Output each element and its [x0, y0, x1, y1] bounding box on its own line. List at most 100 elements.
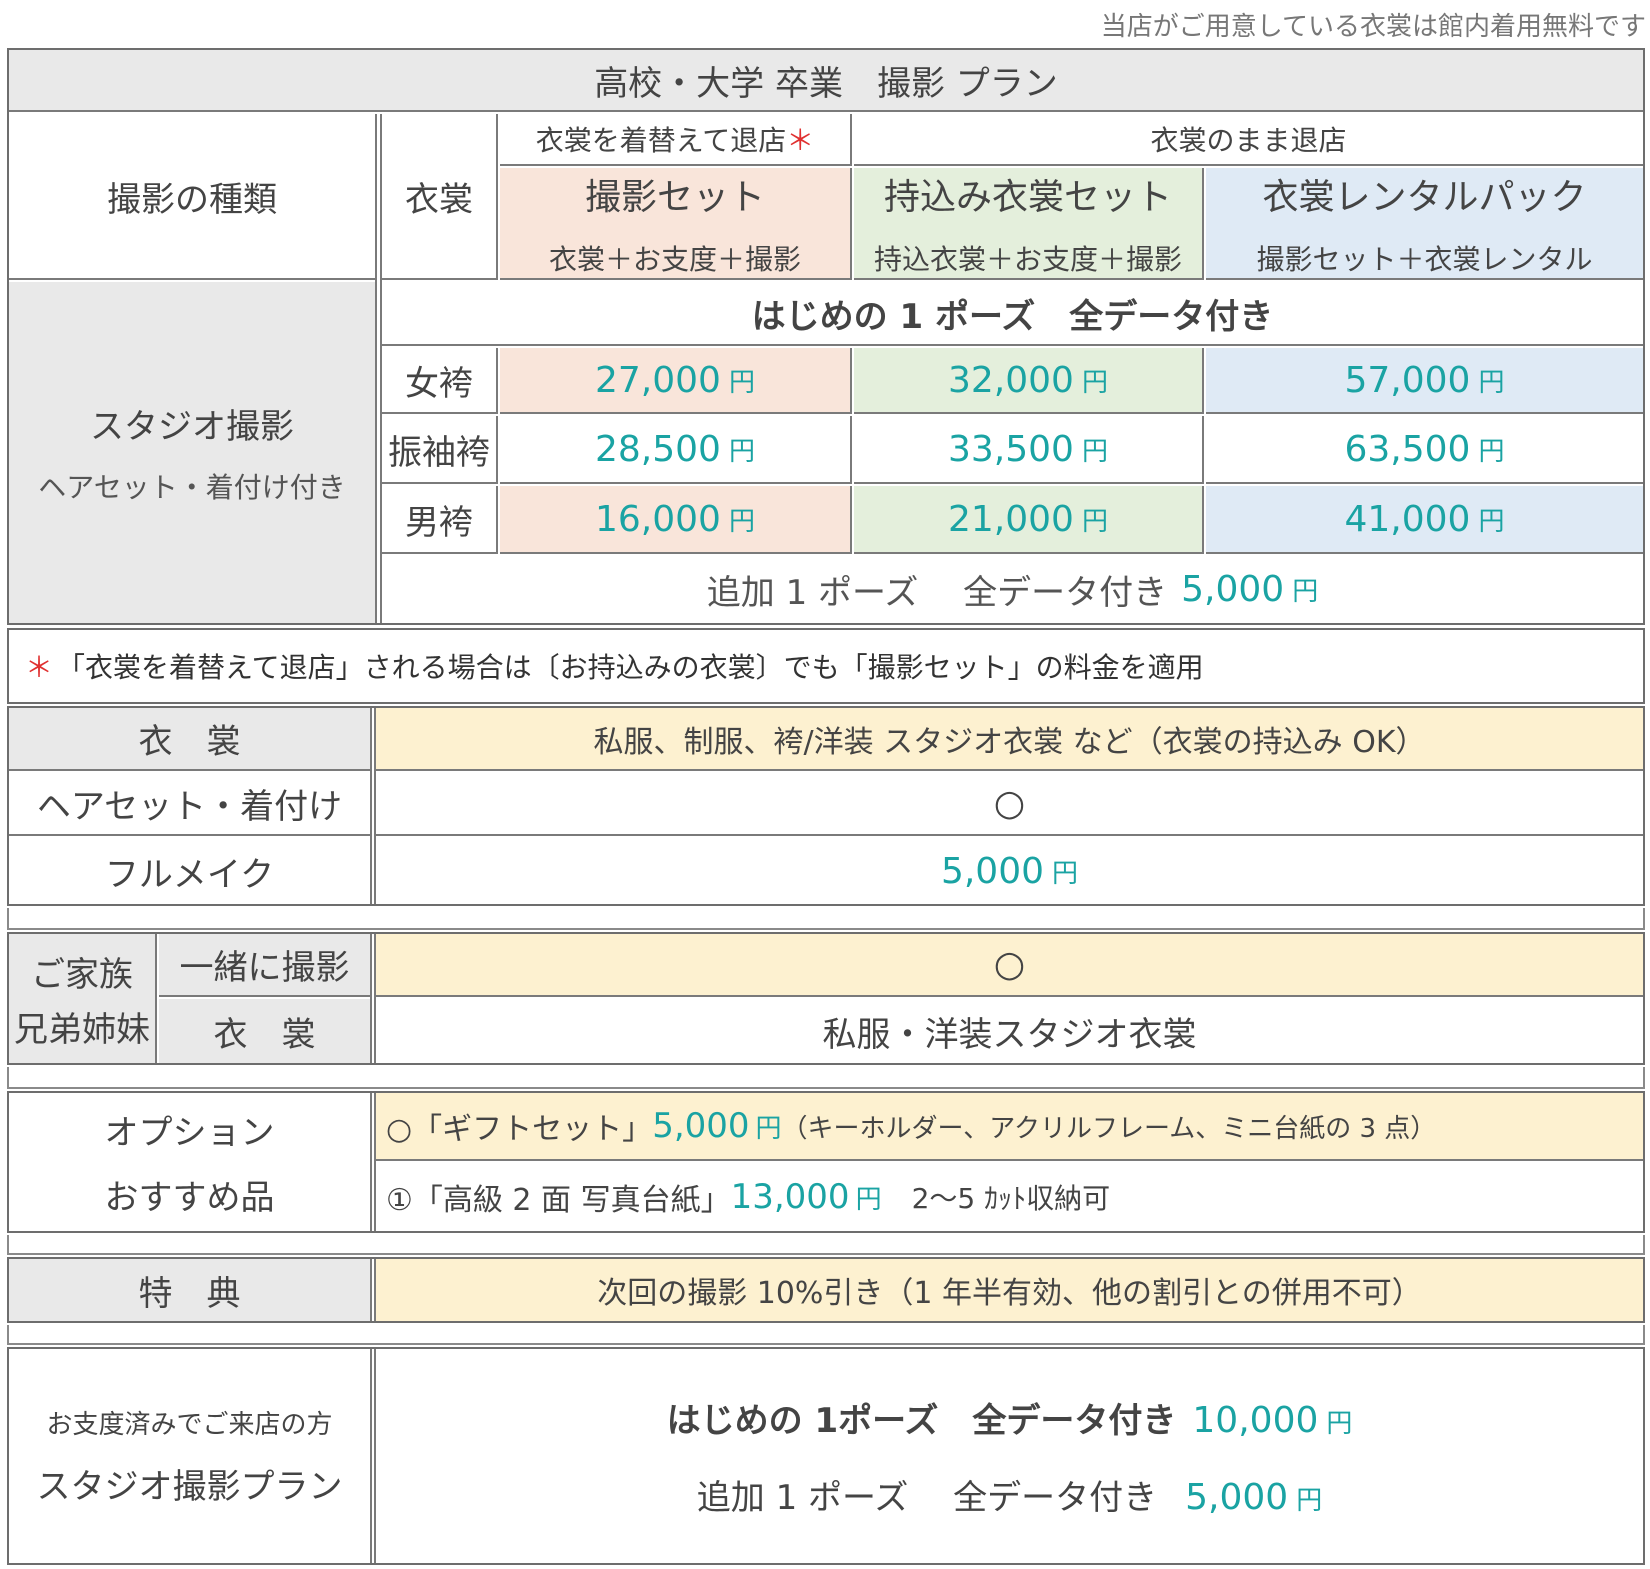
divider: [370, 708, 372, 904]
gift-set-price: 5,000: [652, 1106, 750, 1146]
photo-mount-row: ①「高級 2 面 写真台紙」 13,000 円 2〜5 ｶｯﾄ収納可: [376, 1163, 1643, 1231]
separator-strip: [7, 1067, 1645, 1089]
ready-extra-pose-price: 5,000: [1185, 1477, 1289, 1518]
separator-strip: [7, 1235, 1645, 1255]
costume-label: 衣 裳: [9, 708, 370, 771]
family-label: ご家族 兄弟姉妹: [9, 934, 157, 1063]
divider: [370, 1259, 372, 1321]
plan-desc: 持込衣裳＋お支度＋撮影: [873, 243, 1182, 276]
group-keep-header: 衣裳のまま退店: [854, 114, 1643, 166]
price-cell: 27,000 円: [500, 348, 852, 414]
costume-header: 衣裳: [382, 114, 498, 280]
yen-unit: 円: [755, 1113, 782, 1144]
yen-unit: 円: [728, 506, 755, 537]
yen-unit: 円: [1478, 436, 1505, 467]
yen-unit: 円: [1478, 506, 1505, 537]
ready-first-pose-price: 10,000: [1192, 1400, 1319, 1441]
yen-unit: 円: [1292, 577, 1319, 607]
price-value: 27,000: [595, 359, 721, 401]
photo-mount-capacity: 2〜5 ｶｯﾄ収納可: [911, 1182, 1111, 1215]
price-cell: 28,500 円: [500, 416, 852, 484]
gift-set-contents: （キーホルダー、アクリルフレーム、ミニ台紙の 3 点）: [781, 1113, 1437, 1144]
photo-mount-price: 13,000: [730, 1177, 850, 1217]
plan-name: 持込み衣裳セット: [883, 177, 1172, 218]
gift-set-row: ○「ギフトセット」 5,000 円 （キーホルダー、アクリルフレーム、ミニ台紙の…: [376, 1093, 1643, 1161]
photo-mount-name: ①「高級 2 面 写真台紙」: [386, 1183, 731, 1218]
row-label-womens-hakama: 女袴: [382, 348, 498, 414]
options-label-line-2: おすすめ品: [104, 1178, 275, 1218]
divider: [370, 934, 372, 1063]
plan-name: 衣裳レンタルパック: [1262, 177, 1587, 218]
price-value: 57,000: [1344, 359, 1471, 401]
plan-title: 高校・大学 卒業 撮影 プラン: [9, 50, 1643, 112]
hair-label: ヘアセット・着付け: [9, 773, 370, 836]
yen-unit: 円: [1081, 436, 1108, 467]
extra-pose-row: 追加 1 ポーズ 全データ付き 5,000 円: [382, 556, 1643, 623]
makeup-price: 5,000: [940, 850, 1045, 892]
asterisk-mark: ＊: [25, 651, 54, 684]
ready-extra-pose: 追加 1 ポーズ 全データ付き 5,000 円: [697, 1470, 1322, 1519]
plan-name: 撮影セット: [584, 177, 765, 218]
yen-unit: 円: [728, 367, 755, 398]
together-label: 一緒に撮影: [159, 934, 370, 997]
price-cell: 41,000 円: [1206, 486, 1643, 554]
price-value: 33,500: [948, 428, 1074, 470]
divider: [370, 1349, 372, 1563]
ready-value: はじめの 1ポーズ 全データ付き 10,000 円 追加 1 ポーズ 全データ付…: [376, 1349, 1643, 1563]
price-cell: 63,500 円: [1206, 416, 1643, 484]
ready-first-pose-text: はじめの 1ポーズ 全データ付き: [666, 1401, 1177, 1441]
asterisk-mark: ＊: [786, 124, 815, 157]
ready-label: お支度済みでご来店の方 スタジオ撮影プラン: [9, 1349, 370, 1563]
price-value: 16,000: [595, 498, 721, 540]
price-value: 41,000: [1344, 498, 1471, 540]
makeup-value: 5,000 円: [376, 838, 1643, 904]
plan-desc: 衣裳＋お支度＋撮影: [548, 243, 801, 276]
benefit-label: 特 典: [9, 1259, 370, 1321]
price-cell: 33,500 円: [854, 416, 1204, 484]
note-box: ＊ 「衣裳を着替えて退店」される場合は〔お持込みの衣裳〕でも「撮影セット」の料金…: [7, 628, 1645, 704]
extra-pose-price: 5,000: [1181, 569, 1285, 610]
divider: [370, 1093, 372, 1231]
note-text: 「衣裳を着替えて退店」される場合は〔お持込みの衣裳〕でも「撮影セット」の料金を適…: [57, 651, 1204, 684]
price-value: 21,000: [948, 498, 1074, 540]
yen-unit: 円: [1052, 858, 1079, 889]
ready-first-pose: はじめの 1ポーズ 全データ付き 10,000 円: [667, 1393, 1353, 1442]
price-cell: 57,000 円: [1206, 348, 1643, 414]
price-value: 32,000: [948, 359, 1074, 401]
separator-strip: [7, 1325, 1645, 1345]
yen-unit: 円: [1478, 367, 1505, 398]
hair-value: ○: [376, 773, 1643, 836]
top-note: 当店がご用意している衣裳は館内着用無料です: [1100, 12, 1646, 42]
first-pose-row: はじめの 1 ポーズ 全データ付き: [382, 282, 1643, 346]
price-value: 28,500: [595, 428, 721, 470]
row-label-mens-hakama: 男袴: [382, 486, 498, 554]
plan-desc: 撮影セット＋衣裳レンタル: [1256, 243, 1593, 276]
group-change-header: 衣裳を着替えて退店 ＊: [500, 114, 852, 166]
family-label-line-2: 兄弟姉妹: [14, 1009, 150, 1050]
price-cell: 32,000 円: [854, 348, 1204, 414]
studio-cell: スタジオ撮影 ヘアセット・着付け付き: [9, 282, 375, 623]
family-costume-label: 衣 裳: [159, 999, 370, 1063]
yen-unit: 円: [728, 436, 755, 467]
ready-label-line-2: スタジオ撮影プラン: [36, 1467, 343, 1507]
makeup-label: フルメイク: [104, 854, 275, 895]
ready-label-line-1: お支度済みでご来店の方: [46, 1410, 333, 1440]
separator-strip: [7, 908, 1645, 930]
price-cell: 21,000 円: [854, 486, 1204, 554]
group-change-label: 衣裳を着替えて退店: [535, 124, 787, 157]
yen-unit: 円: [1296, 1486, 1323, 1516]
price-value: 63,500: [1344, 428, 1471, 470]
studio-subtitle: ヘアセット・着付け付き: [38, 471, 346, 504]
yen-unit: 円: [1081, 506, 1108, 537]
yen-unit: 円: [1326, 1409, 1353, 1439]
yen-unit: 円: [1081, 367, 1108, 398]
yen-unit: 円: [855, 1184, 882, 1215]
benefit-value: 次回の撮影 10%引き（1 年半有効、他の割引との併用不可）: [376, 1259, 1643, 1321]
price-cell: 16,000 円: [500, 486, 852, 554]
extra-pose-label: 追加 1 ポーズ 全データ付き: [706, 573, 1168, 613]
row-label-furisode-hakama: 振袖袴: [382, 416, 498, 484]
type-label: 撮影の種類: [9, 114, 375, 280]
plan-header-shooting-set: 撮影セット 衣裳＋お支度＋撮影: [500, 168, 852, 280]
ready-extra-pose-text: 追加 1 ポーズ 全データ付き: [696, 1478, 1158, 1518]
family-label-line-1: ご家族: [31, 954, 133, 995]
